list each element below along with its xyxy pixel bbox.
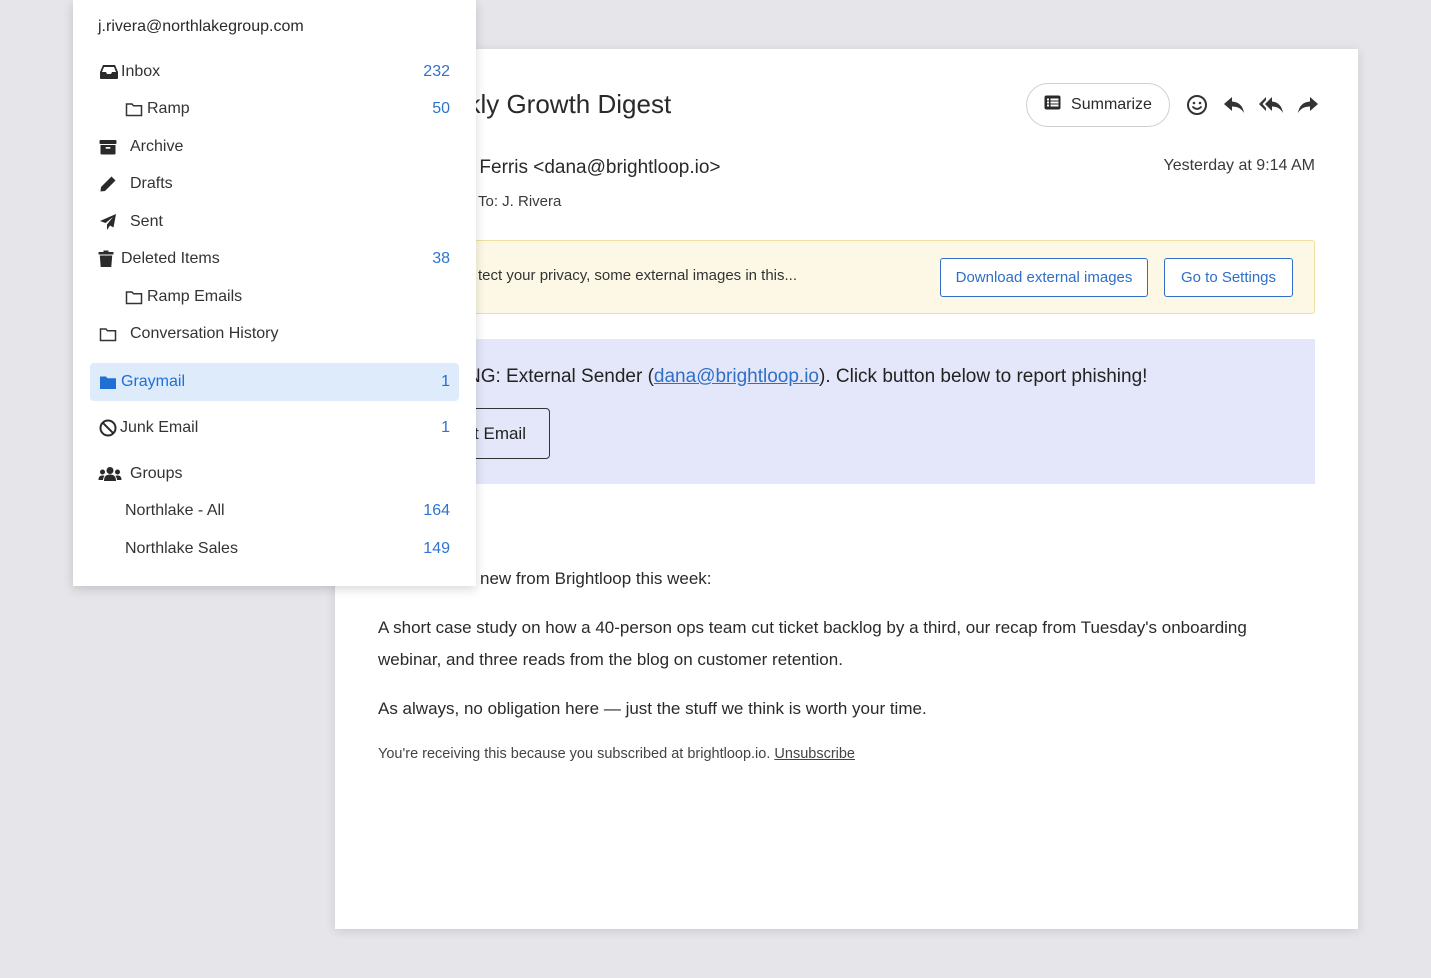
inbox-icon	[99, 62, 119, 82]
warning-suffix: ). Click button below to report phishing…	[819, 366, 1148, 387]
download-images-button[interactable]: Download external images	[940, 258, 1148, 297]
summarize-button[interactable]: Summarize	[1026, 83, 1170, 127]
folder-archive[interactable]: Archive	[90, 128, 459, 166]
trash-icon	[96, 249, 116, 269]
pencil-icon	[98, 174, 118, 194]
folder-outline-icon	[124, 287, 144, 307]
folder-conversation-history[interactable]: Conversation History	[90, 315, 459, 353]
email-body-closing: As always, no obligation here — just the…	[378, 699, 927, 718]
folder-label: Northlake Sales	[125, 540, 238, 557]
email-footer: You're receiving this because you subscr…	[378, 746, 855, 762]
folder-label: Conversation History	[130, 325, 279, 342]
email-reading-pane: ekly Growth Digest Summarize na Ferris <…	[335, 49, 1358, 929]
folder-label: Groups	[130, 465, 183, 482]
email-body-intro: new from Brightloop this week:	[480, 569, 712, 588]
users-icon	[98, 464, 122, 484]
folder-graymail[interactable]: Graymail 1	[90, 363, 459, 401]
folder-label: Inbox	[121, 63, 161, 80]
group-northlake-sales[interactable]: Northlake Sales 149	[90, 530, 459, 568]
folder-deleted-items[interactable]: Deleted Items 38	[90, 240, 459, 278]
folder-count: 164	[423, 502, 450, 519]
warning-prefix: NG: External Sender (	[467, 366, 654, 387]
folder-outline-icon	[98, 324, 118, 344]
reply-all-icon[interactable]	[1257, 91, 1284, 118]
folder-count: 50	[432, 100, 450, 117]
folder-outline-icon	[124, 99, 144, 119]
folder-count: 1	[441, 373, 450, 390]
folder-label: Deleted Items	[121, 250, 220, 267]
footer-text: You're receiving this because you subscr…	[378, 746, 771, 762]
paper-plane-icon	[98, 212, 118, 232]
email-recipient: To: J. Rivera	[478, 193, 562, 210]
warning-message: NG: External Sender (dana@brightloop.io)…	[467, 366, 1147, 388]
email-timestamp: Yesterday at 9:14 AM	[1163, 157, 1315, 174]
forward-icon[interactable]	[1294, 91, 1321, 118]
folder-ramp-emails[interactable]: Ramp Emails	[90, 278, 459, 316]
reply-icon[interactable]	[1220, 91, 1247, 118]
external-sender-warning: NG: External Sender (dana@brightloop.io)…	[393, 339, 1315, 484]
warning-sender-link[interactable]: dana@brightloop.io	[654, 366, 819, 387]
go-to-settings-button[interactable]: Go to Settings	[1164, 258, 1293, 297]
folder-solid-icon	[98, 372, 118, 392]
list-icon	[1044, 95, 1061, 115]
privacy-message: tect your privacy, some external images …	[478, 267, 798, 284]
privacy-banner: tect your privacy, some external images …	[453, 240, 1315, 314]
unsubscribe-link[interactable]: Unsubscribe	[774, 746, 855, 762]
ban-icon	[98, 418, 118, 438]
folder-ramp[interactable]: Ramp 50	[90, 90, 459, 128]
folder-label: Ramp	[147, 100, 190, 117]
groups-header[interactable]: Groups	[90, 455, 459, 493]
folder-label: Archive	[130, 138, 184, 155]
account-email: j.rivera@northlakegroup.com	[98, 18, 304, 35]
folder-label: Sent	[130, 213, 163, 230]
folder-label: Ramp Emails	[147, 288, 243, 305]
folder-pane: j.rivera@northlakegroup.com Inbox 232 Ra…	[73, 0, 476, 586]
folder-count: 38	[432, 250, 450, 267]
email-subject: ekly Growth Digest	[453, 89, 672, 119]
folder-label: Northlake - All	[125, 502, 225, 519]
email-sender[interactable]: na Ferris <dana@brightloop.io>	[453, 157, 721, 179]
folder-count: 1	[441, 419, 450, 436]
folder-count: 232	[423, 63, 450, 80]
emoji-reaction-icon[interactable]	[1183, 91, 1210, 118]
folder-count: 149	[423, 540, 450, 557]
summarize-label: Summarize	[1071, 96, 1152, 113]
group-northlake-all[interactable]: Northlake - All 164	[90, 492, 459, 530]
email-body-paragraph: A short case study on how a 40-person op…	[378, 618, 1247, 669]
folder-label: Drafts	[130, 175, 173, 192]
folder-sent[interactable]: Sent	[90, 203, 459, 241]
folder-label: Junk Email	[120, 419, 199, 436]
archive-icon	[98, 137, 118, 157]
folder-inbox[interactable]: Inbox 232	[90, 53, 459, 91]
folder-label: Graymail	[121, 373, 186, 390]
folder-drafts[interactable]: Drafts	[90, 165, 459, 203]
folder-junk-email[interactable]: Junk Email 1	[90, 409, 459, 447]
